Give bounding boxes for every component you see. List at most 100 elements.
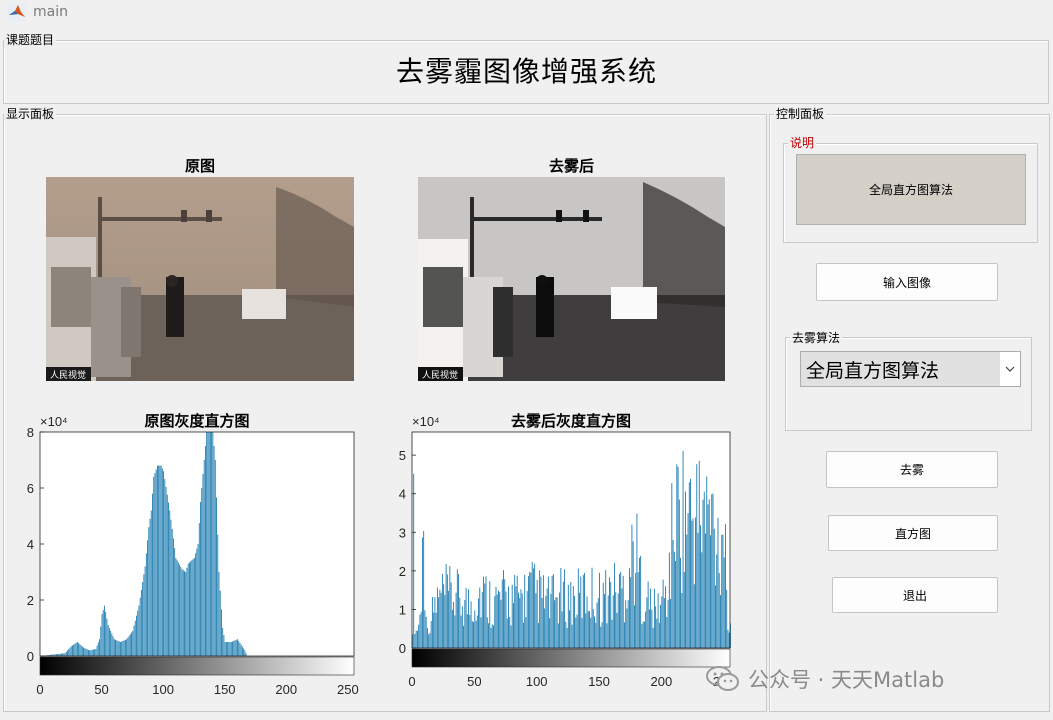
- hist-bar: [676, 464, 678, 648]
- hist-bar: [138, 605, 140, 656]
- hist-bar: [515, 586, 517, 648]
- hist-bar: [241, 646, 243, 656]
- hist-bar: [147, 540, 149, 656]
- hist-bar: [171, 529, 173, 656]
- hist-bar: [592, 609, 594, 648]
- hist-bar: [118, 641, 120, 656]
- hist-bar: [718, 573, 720, 648]
- hist-bar: [479, 587, 481, 648]
- hist-bar: [708, 499, 710, 648]
- hist-bar: [475, 620, 477, 648]
- hist-bar: [549, 618, 551, 648]
- hist-bar: [189, 562, 190, 656]
- hist-bar: [64, 653, 66, 656]
- hist-bar: [158, 465, 160, 656]
- hist-original-chart: 0 50 100 150 200 250 0 2 4 6 8 ×10⁴: [27, 414, 359, 697]
- hist-bar: [127, 637, 129, 656]
- hist-bar: [245, 653, 247, 656]
- hist-bar: [186, 567, 188, 656]
- hist-bar: [673, 551, 675, 648]
- hist-bar: [112, 636, 114, 656]
- hist-bar: [176, 560, 178, 656]
- hist-bar: [539, 570, 541, 648]
- hist-bar: [233, 640, 235, 656]
- hist-bar: [504, 579, 506, 648]
- hist-bar: [696, 464, 698, 648]
- hist-bar: [514, 574, 516, 648]
- hist-bar: [632, 541, 634, 648]
- hist-bar: [530, 572, 532, 648]
- hist-bar: [638, 557, 640, 648]
- hist-bar: [550, 593, 552, 648]
- hist-bar: [637, 572, 639, 648]
- hist-bar: [567, 584, 569, 648]
- hist-bar: [645, 611, 647, 648]
- hist-bar: [217, 534, 219, 656]
- hist-bar: [214, 460, 216, 656]
- hist-bar: [200, 502, 201, 656]
- window-title: main: [33, 4, 68, 20]
- exit-button[interactable]: 退出: [832, 577, 998, 613]
- hist-bar: [705, 533, 706, 648]
- hist-bar: [441, 573, 443, 648]
- hist-bar: [414, 633, 416, 648]
- y-tick-label: 5: [399, 448, 406, 463]
- histogram-button[interactable]: 直方图: [828, 515, 998, 551]
- hist-bar: [525, 617, 527, 648]
- hist-bar: [537, 622, 539, 648]
- hist-bar: [535, 593, 537, 648]
- hist-bar: [174, 548, 176, 656]
- algorithm-select-value: 全局直方图算法: [806, 359, 940, 382]
- hist-bar: [430, 621, 432, 648]
- hist-bar: [193, 558, 195, 656]
- hist-bar: [463, 625, 465, 648]
- hist-bar: [222, 628, 224, 656]
- hist-bar: [124, 639, 126, 656]
- algorithm-select[interactable]: 全局直方图算法: [800, 351, 1021, 387]
- hist-bar: [478, 598, 479, 648]
- chevron-down-icon[interactable]: [999, 352, 1020, 386]
- hist-bar: [205, 446, 206, 656]
- hist-bar: [123, 640, 125, 656]
- hist-bar: [85, 648, 87, 656]
- hist-bar: [84, 648, 86, 656]
- hist-bar: [230, 642, 232, 656]
- hist-bar: [687, 513, 689, 648]
- hist-bar: [155, 469, 157, 656]
- hist-bar: [631, 524, 633, 648]
- y-tick-label: 6: [27, 481, 34, 496]
- hist-bar: [652, 627, 654, 648]
- hist-bar: [121, 641, 123, 656]
- dehaze-button[interactable]: 去雾: [826, 451, 998, 488]
- hist-bar: [554, 600, 556, 648]
- hist-bar: [102, 609, 104, 656]
- hist-bar: [560, 568, 562, 648]
- hist-bar: [728, 632, 730, 648]
- load-image-button[interactable]: 输入图像: [816, 263, 998, 301]
- hist-bar: [165, 486, 167, 656]
- hist-bar: [678, 499, 680, 648]
- hist-bar: [715, 585, 716, 648]
- hist-bar: [175, 558, 177, 656]
- hist-bar: [486, 617, 488, 648]
- hist-bar: [665, 586, 667, 648]
- hist-bar: [565, 621, 567, 648]
- hist-bar: [521, 593, 523, 648]
- y-tick-label: 3: [399, 525, 406, 540]
- hist-bar: [76, 642, 78, 656]
- hist-bar: [666, 616, 668, 648]
- hist-bar: [581, 617, 583, 648]
- hist-bar: [640, 555, 642, 648]
- hist-bar: [643, 621, 645, 648]
- hist-bar: [164, 479, 166, 656]
- hist-bar: [520, 589, 522, 648]
- hist-bar: [458, 574, 460, 648]
- hist-bar: [611, 619, 613, 648]
- hist-bar: [419, 614, 421, 648]
- hist-bar: [655, 606, 657, 648]
- hist-bar: [156, 465, 158, 656]
- hist-bar: [490, 627, 492, 648]
- hist-bar: [686, 534, 688, 648]
- hist-bar: [90, 650, 92, 656]
- hist-bar: [508, 586, 509, 648]
